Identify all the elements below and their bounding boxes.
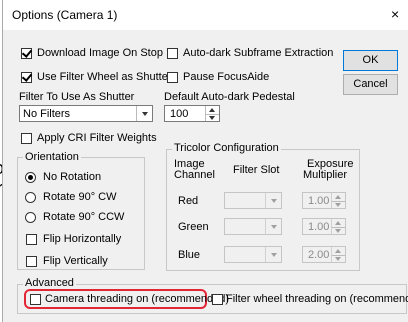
window-title: Options (Camera 1) (12, 8, 118, 22)
multiplier-spinner-red[interactable]: 1.00 (302, 192, 346, 209)
advanced-group-title: Advanced (23, 277, 76, 289)
flip-vertically-label: Flip Vertically (43, 255, 108, 267)
multiplier-value-green: 1.00 (308, 221, 330, 233)
camera-threading-checkbox[interactable] (30, 294, 41, 305)
no-rotation-label: No Rotation (43, 171, 102, 183)
filter-shutter-select[interactable]: No Filters (19, 105, 153, 122)
no-rotation-radio[interactable] (25, 172, 36, 183)
channel-label-red: Red (178, 195, 199, 207)
pedestal-label: Default Auto-dark Pedestal (164, 91, 295, 103)
spinner-buttons[interactable] (331, 193, 345, 208)
spin-down-icon[interactable] (209, 116, 215, 120)
flip-horizontally-checkbox[interactable] (26, 234, 37, 245)
filter-shutter-label: Filter To Use As Shutter (19, 91, 135, 103)
filter-slot-select-green[interactable] (224, 218, 282, 235)
multiplier-spinner-blue[interactable]: 2.00 (302, 246, 346, 263)
apply-cri-checkbox[interactable] (21, 133, 32, 144)
channel-label-green: Green (178, 221, 209, 233)
close-icon[interactable]: × (391, 6, 399, 22)
chevron-down-icon[interactable] (136, 106, 152, 121)
ok-button-label: OK (362, 54, 379, 66)
spinner-buttons[interactable] (331, 219, 345, 234)
tricolor-group-title: Tricolor Configuration (172, 142, 281, 154)
filter-threading-checkbox[interactable] (212, 294, 223, 305)
rotate-ccw-label: Rotate 90° CCW (43, 211, 125, 223)
spinner-buttons[interactable] (205, 106, 219, 121)
spin-down-icon[interactable] (335, 257, 341, 261)
header-filter-slot: Filter Slot (233, 164, 280, 176)
cancel-button[interactable]: Cancel (343, 74, 398, 95)
spin-up-icon[interactable] (335, 195, 341, 199)
spin-up-icon[interactable] (209, 108, 215, 112)
pause-focusaide-checkbox[interactable] (167, 72, 178, 83)
pedestal-value: 100 (170, 108, 189, 120)
rotate-cw-radio[interactable] (25, 192, 36, 203)
spinner-buttons[interactable] (331, 247, 345, 262)
spin-down-icon[interactable] (335, 203, 341, 207)
header-exposure-2: Multiplier (303, 169, 348, 181)
filter-slot-select-blue[interactable] (224, 246, 282, 263)
apply-cri-label: Apply CRI Filter Weights (37, 132, 157, 144)
chevron-down-icon[interactable] (265, 247, 281, 262)
auto-dark-subframe-label: Auto-dark Subframe Extraction (183, 47, 334, 59)
flip-vertically-checkbox[interactable] (26, 256, 37, 267)
channel-label-blue: Blue (178, 249, 201, 261)
auto-dark-subframe-checkbox[interactable] (167, 48, 178, 59)
download-image-on-stop-label: Download Image On Stop (37, 47, 163, 59)
spin-up-icon[interactable] (335, 221, 341, 225)
chevron-down-icon[interactable] (265, 193, 281, 208)
multiplier-value-red: 1.00 (308, 195, 330, 207)
ok-button[interactable]: OK (343, 50, 398, 71)
title-bar: Options (Camera 1) × (3, 0, 408, 30)
filter-threading-label: Filter wheel threading on (recommended) (226, 293, 408, 305)
pause-focusaide-label: Pause FocusAide (183, 71, 270, 83)
options-dialog: Options (Camera 1) × Download Image On S… (2, 0, 408, 322)
spin-up-icon[interactable] (335, 249, 341, 253)
header-image-channel-2: Channel (174, 169, 215, 181)
chevron-down-icon[interactable] (265, 219, 281, 234)
pedestal-spinner[interactable]: 100 (164, 105, 220, 122)
multiplier-spinner-green[interactable]: 1.00 (302, 218, 346, 235)
rotate-ccw-radio[interactable] (25, 212, 36, 223)
spin-down-icon[interactable] (335, 229, 341, 233)
cancel-button-label: Cancel (353, 78, 388, 90)
flip-horizontally-label: Flip Horizontally (43, 233, 122, 245)
rotate-cw-label: Rotate 90° CW (43, 191, 117, 203)
multiplier-value-blue: 2.00 (308, 249, 330, 261)
use-filter-wheel-label: Use Filter Wheel as Shutter (37, 71, 172, 83)
use-filter-wheel-checkbox[interactable] (21, 72, 32, 83)
camera-threading-label: Camera threading on (recommended) (45, 293, 230, 305)
filter-slot-select-red[interactable] (224, 192, 282, 209)
orientation-group-title: Orientation (23, 151, 81, 163)
download-image-on-stop-checkbox[interactable] (21, 48, 32, 59)
filter-shutter-value: No Filters (23, 108, 71, 120)
